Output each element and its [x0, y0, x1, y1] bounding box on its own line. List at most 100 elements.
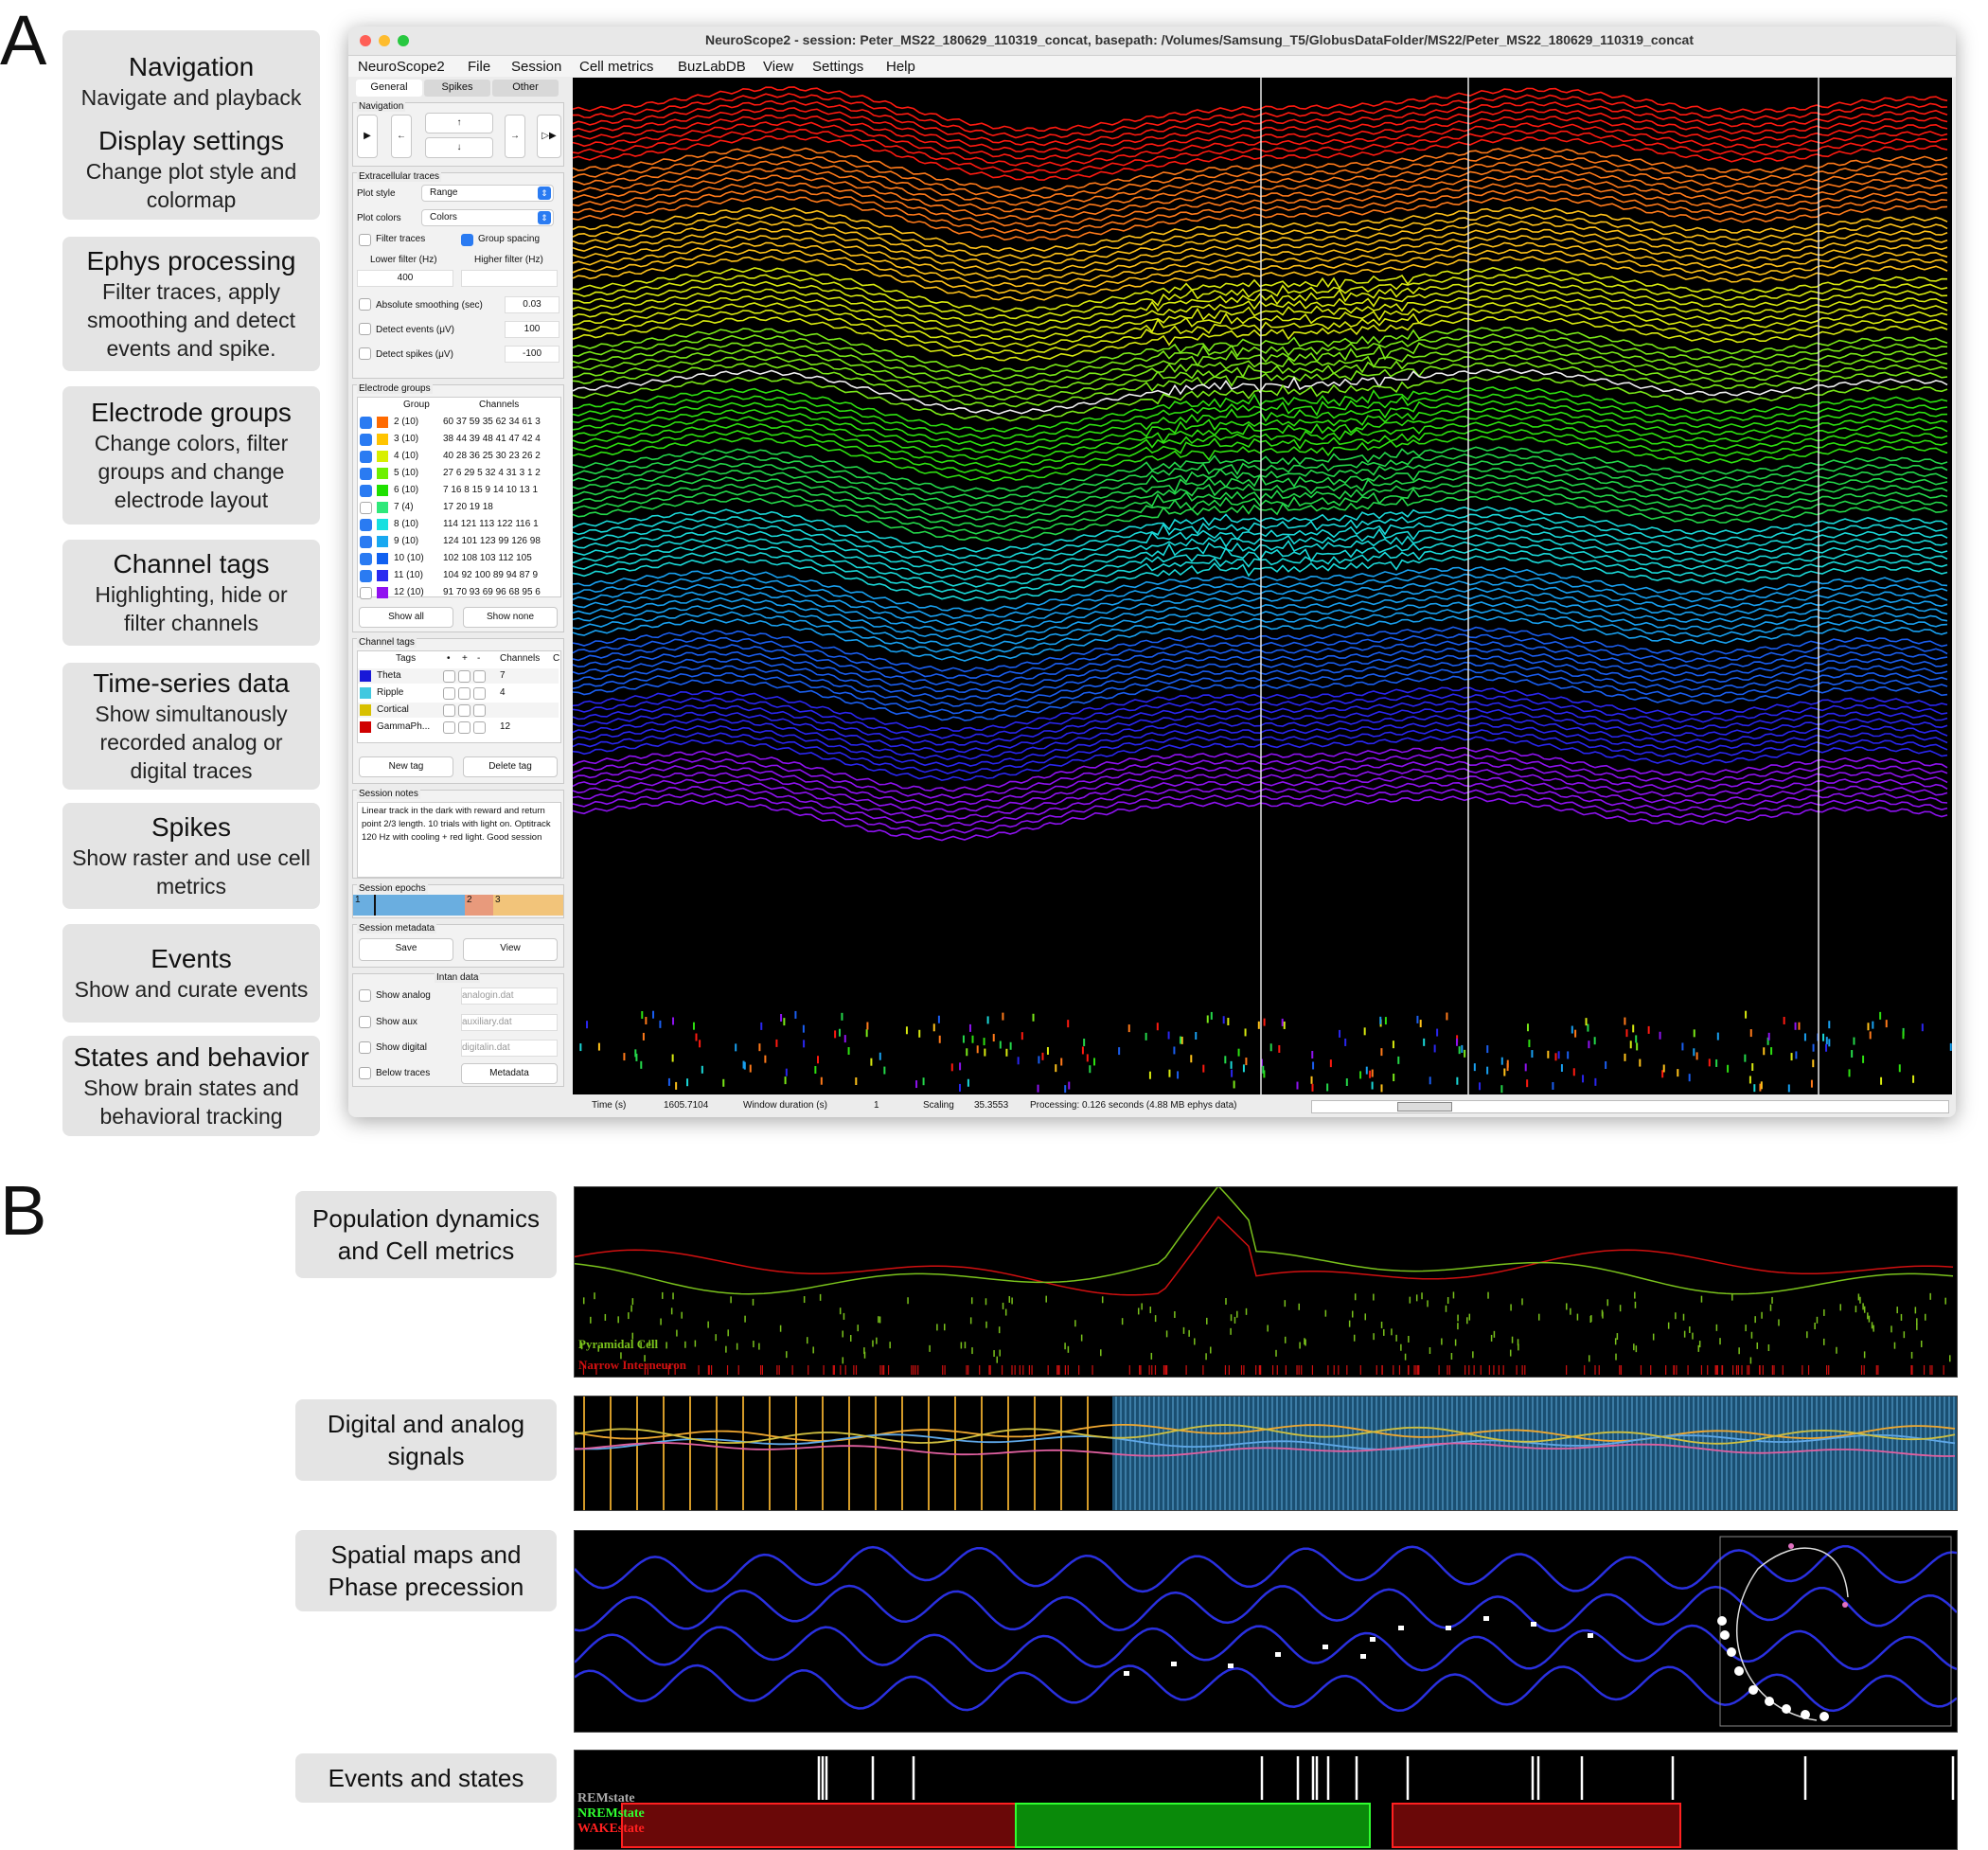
ephys-trace-plot[interactable]: [573, 78, 1952, 1094]
electrode-row[interactable]: 6 (10) 7 16 8 15 9 14 10 13 1: [358, 483, 555, 498]
window-duration-value[interactable]: 1: [874, 1100, 879, 1111]
tag-row[interactable]: Ripple 4: [358, 685, 559, 701]
scrollbar-thumb[interactable]: [1397, 1102, 1452, 1112]
plot-colors-select[interactable]: Colors ⇕: [421, 209, 554, 226]
electrode-row-checkbox[interactable]: [360, 536, 372, 548]
group-color-swatch[interactable]: [377, 536, 388, 547]
digital-file-input[interactable]: digitalin.dat: [461, 1040, 558, 1057]
group-color-swatch[interactable]: [377, 570, 388, 581]
time-scrollbar[interactable]: [1311, 1100, 1949, 1113]
detect-spikes-input[interactable]: -100: [505, 346, 559, 363]
tag-option-checkbox[interactable]: [473, 704, 486, 717]
electrode-row[interactable]: 2 (10) 60 37 59 35 62 34 61 3: [358, 415, 555, 430]
tag-option-checkbox[interactable]: [458, 670, 470, 683]
group-color-swatch[interactable]: [377, 417, 388, 428]
show-digital-checkbox[interactable]: [359, 1041, 371, 1054]
tag-row[interactable]: GammaPh... 12: [358, 720, 559, 735]
menu-view[interactable]: View: [763, 59, 793, 75]
metadata-save-button[interactable]: Save: [359, 938, 453, 961]
epoch-1[interactable]: 1: [353, 895, 465, 916]
delete-tag-button[interactable]: Delete tag: [463, 756, 558, 777]
electrode-row[interactable]: 5 (10) 27 6 29 5 32 4 31 3 1 2: [358, 466, 555, 481]
menu-session[interactable]: Session: [511, 59, 561, 75]
minimize-window-icon[interactable]: [379, 35, 390, 46]
electrode-row-checkbox[interactable]: [360, 417, 372, 429]
group-color-swatch[interactable]: [377, 451, 388, 462]
detect-events-checkbox[interactable]: [359, 323, 371, 335]
tag-option-checkbox[interactable]: [443, 670, 455, 683]
group-color-swatch[interactable]: [377, 434, 388, 445]
absolute-smoothing-checkbox[interactable]: [359, 298, 371, 311]
forward-button[interactable]: →: [505, 115, 525, 158]
menu-file[interactable]: File: [468, 59, 490, 75]
electrode-row-checkbox[interactable]: [360, 587, 372, 599]
aux-file-input[interactable]: auxiliary.dat: [461, 1014, 558, 1031]
electrode-row-checkbox[interactable]: [360, 553, 372, 565]
show-analog-checkbox[interactable]: [359, 989, 371, 1002]
new-tag-button[interactable]: New tag: [359, 756, 453, 777]
tag-color-swatch[interactable]: [360, 704, 371, 716]
electrode-row-checkbox[interactable]: [360, 451, 372, 463]
up-button[interactable]: ↑: [425, 113, 493, 133]
electrode-row-checkbox[interactable]: [360, 468, 372, 480]
electrode-row[interactable]: 7 (4) 17 20 19 18: [358, 500, 555, 515]
group-color-swatch[interactable]: [377, 485, 388, 496]
fast-forward-button[interactable]: ▷▶: [537, 115, 561, 158]
electrode-row-checkbox[interactable]: [360, 502, 372, 514]
tag-color-swatch[interactable]: [360, 721, 371, 733]
tag-row[interactable]: Theta 7: [358, 668, 559, 684]
electrode-row[interactable]: 9 (10) 124 101 123 99 126 98: [358, 534, 555, 549]
electrode-row-checkbox[interactable]: [360, 570, 372, 582]
group-color-swatch[interactable]: [377, 468, 388, 479]
plot-style-select[interactable]: Range ⇕: [421, 185, 554, 202]
electrode-row-checkbox[interactable]: [360, 519, 372, 531]
tag-option-checkbox[interactable]: [458, 704, 470, 717]
epoch-3[interactable]: 3: [493, 895, 563, 916]
show-none-button[interactable]: Show none: [463, 607, 558, 628]
menu-cell-metrics[interactable]: Cell metrics: [579, 59, 653, 75]
filter-traces-checkbox[interactable]: [359, 234, 371, 246]
menu-buzlabdb[interactable]: BuzLabDB: [678, 59, 746, 75]
scaling-value[interactable]: 35.3553: [974, 1100, 1008, 1111]
electrode-row[interactable]: 4 (10) 40 28 36 25 30 23 26 2: [358, 449, 555, 464]
menu-help[interactable]: Help: [886, 59, 915, 75]
electrode-row[interactable]: 8 (10) 114 121 113 122 116 1: [358, 517, 555, 532]
electrode-row[interactable]: 12 (10) 91 70 93 69 96 68 95 6: [358, 585, 555, 600]
below-traces-checkbox[interactable]: [359, 1067, 371, 1079]
group-spacing-checkbox[interactable]: [461, 234, 473, 246]
session-notes-text[interactable]: Linear track in the dark with reward and…: [357, 802, 561, 878]
epoch-2[interactable]: 2: [465, 895, 493, 916]
menu-neuroscope2[interactable]: NeuroScope2: [358, 59, 445, 75]
electrode-row-checkbox[interactable]: [360, 434, 372, 446]
higher-filter-input[interactable]: [461, 270, 558, 287]
electrode-row[interactable]: 11 (10) 104 92 100 89 94 87 9: [358, 568, 555, 583]
tag-option-checkbox[interactable]: [473, 670, 486, 683]
group-color-swatch[interactable]: [377, 587, 388, 598]
back-button[interactable]: ←: [391, 115, 412, 158]
tag-option-checkbox[interactable]: [458, 687, 470, 700]
detect-spikes-checkbox[interactable]: [359, 347, 371, 360]
tag-color-swatch[interactable]: [360, 687, 371, 699]
close-window-icon[interactable]: [360, 35, 371, 46]
tag-option-checkbox[interactable]: [443, 721, 455, 734]
absolute-smoothing-input[interactable]: 0.03: [505, 296, 559, 313]
group-color-swatch[interactable]: [377, 519, 388, 530]
show-aux-checkbox[interactable]: [359, 1016, 371, 1028]
maximize-window-icon[interactable]: [398, 35, 409, 46]
detect-events-input[interactable]: 100: [505, 321, 559, 338]
intan-metadata-button[interactable]: Metadata: [461, 1063, 558, 1084]
tab-other[interactable]: Other: [492, 80, 559, 97]
down-button[interactable]: ↓: [425, 137, 493, 158]
group-color-swatch[interactable]: [377, 502, 388, 513]
tab-general[interactable]: General: [356, 80, 422, 97]
lower-filter-input[interactable]: 400: [357, 270, 453, 287]
electrode-row-checkbox[interactable]: [360, 485, 372, 497]
tab-spikes[interactable]: Spikes: [424, 80, 490, 97]
analog-file-input[interactable]: analogin.dat: [461, 987, 558, 1005]
tag-option-checkbox[interactable]: [443, 687, 455, 700]
group-color-swatch[interactable]: [377, 553, 388, 564]
play-button[interactable]: ▶: [357, 115, 378, 158]
tag-option-checkbox[interactable]: [458, 721, 470, 734]
electrode-row[interactable]: 3 (10) 38 44 39 48 41 47 42 4: [358, 432, 555, 447]
tag-color-swatch[interactable]: [360, 670, 371, 682]
